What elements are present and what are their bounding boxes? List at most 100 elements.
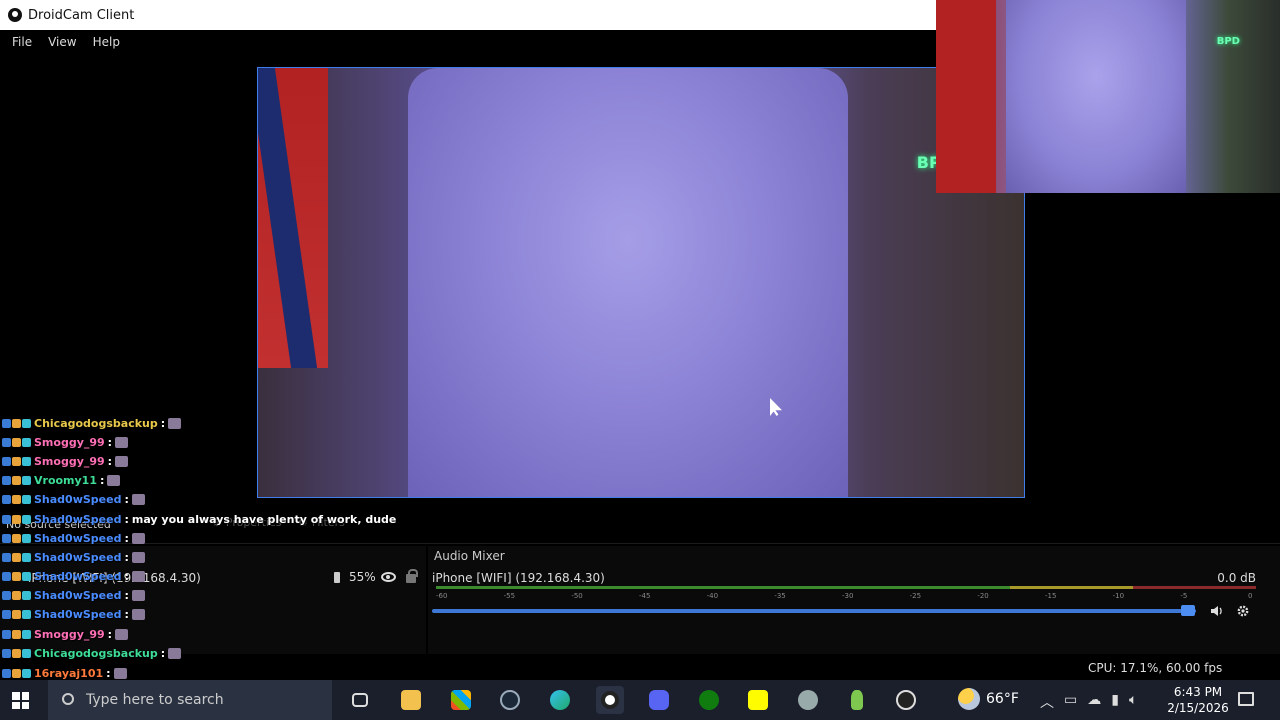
badge-icon <box>22 494 31 504</box>
menu-file[interactable]: File <box>4 35 40 49</box>
user-badges <box>2 668 31 678</box>
task-view-icon[interactable] <box>346 686 374 714</box>
edge-icon[interactable] <box>546 686 574 714</box>
chat-separator: : <box>160 646 166 660</box>
badge-icon <box>22 437 31 447</box>
system-tray: ︿ ▭ ☁ ▮ 🔈︎ <box>1040 692 1137 712</box>
badge-icon <box>2 552 11 562</box>
speaker-icon[interactable] <box>1210 604 1224 618</box>
chat-separator: : <box>124 550 129 564</box>
badge-icon <box>12 418 21 428</box>
chat-separator: : <box>124 607 129 621</box>
obs-icon[interactable] <box>892 686 920 714</box>
flag-decoration <box>258 68 328 368</box>
badge-icon <box>22 668 31 678</box>
snapchat-icon[interactable] <box>744 686 772 714</box>
taskbar-clock[interactable]: 6:43 PM 2/15/2026 <box>1163 684 1233 716</box>
chat-username: 16rayaj101 <box>34 666 104 680</box>
emote-icon <box>115 436 129 448</box>
chat-message: Shad0wSpeed: <box>2 606 145 622</box>
badge-icon <box>12 514 21 524</box>
screen: DroidCam Client File View Help BPD BPD N… <box>0 0 1280 720</box>
badge-icon <box>2 418 11 428</box>
menu-help[interactable]: Help <box>85 35 128 49</box>
windows-start-icon[interactable] <box>12 692 29 709</box>
volume-icon[interactable]: 🔈︎ <box>1129 692 1137 712</box>
audio-mixer: Audio Mixer iPhone [WIFI] (192.168.4.30)… <box>428 546 1280 654</box>
meter-tick-label: -15 <box>1045 592 1057 600</box>
chat-message: Smoggy_99: <box>2 434 129 450</box>
user-badges <box>2 475 31 485</box>
emote-icon <box>131 570 145 582</box>
chat-message: Shad0wSpeed: <box>2 587 145 603</box>
chat-separator: : <box>107 627 113 641</box>
taskbar-search[interactable]: Type here to search <box>48 680 332 720</box>
droidcam-app-icon <box>8 8 22 22</box>
chat-message: Chicagodogsbackup: <box>2 645 182 661</box>
chat-username: Vroomy11 <box>34 473 97 487</box>
chat-message: Shad0wSpeed: <box>2 491 145 507</box>
mixer-source-name: iPhone [WIFI] (192.168.4.30) <box>432 571 605 585</box>
volume-fader[interactable] <box>432 609 1196 613</box>
xbox-icon[interactable] <box>695 686 723 714</box>
badge-icon <box>22 552 31 562</box>
onedrive-icon[interactable]: ☁ <box>1087 692 1101 712</box>
meter-tick-label: -5 <box>1180 592 1188 600</box>
app-icon[interactable] <box>794 686 822 714</box>
meter-tick-label: -10 <box>1112 592 1125 600</box>
chevron-up-icon[interactable]: ︿ <box>1040 692 1054 712</box>
badge-icon <box>2 609 11 619</box>
user-badges <box>2 609 31 619</box>
battery-icon[interactable]: ▮ <box>1111 692 1119 712</box>
chat-separator: : <box>124 569 129 583</box>
badge-icon <box>2 648 11 658</box>
overlay-webcam: BPD <box>936 0 1280 193</box>
badge-icon <box>12 590 21 600</box>
chat-message: Chicagodogsbackup: <box>2 415 182 431</box>
chat-username: Smoggy_99 <box>34 435 105 449</box>
menu-view[interactable]: View <box>40 35 84 49</box>
meter-tick-label: -45 <box>639 592 651 600</box>
chat-username: Chicagodogsbackup <box>34 646 158 660</box>
badge-icon <box>2 475 11 485</box>
source-volume: 55% <box>349 570 376 584</box>
chat-separator: : <box>107 454 113 468</box>
chat-username: Shad0wSpeed <box>34 512 122 526</box>
steam-icon[interactable] <box>496 686 524 714</box>
droidcam-taskbar-icon[interactable] <box>596 686 624 714</box>
badge-icon <box>2 494 11 504</box>
file-explorer-icon[interactable] <box>397 686 425 714</box>
camera-preview[interactable]: BPD <box>257 67 1025 498</box>
app-icon[interactable] <box>843 686 871 714</box>
chat-separator: : <box>124 531 129 545</box>
notification-icon[interactable] <box>1238 692 1254 706</box>
microsoft-store-icon[interactable] <box>447 686 475 714</box>
badge-icon <box>2 533 11 543</box>
meet-now-icon[interactable]: ▭ <box>1064 692 1077 712</box>
chat-separator: : <box>100 473 105 487</box>
chat-username: Smoggy_99 <box>34 454 105 468</box>
meter-scale: -60 -55 -50 -45 -40 -35 -30 -25 -20 -15 -10 -5 0 <box>436 590 1256 604</box>
discord-icon[interactable] <box>645 686 673 714</box>
emote-icon <box>131 532 145 544</box>
chat-separator: : <box>124 588 129 602</box>
emote-icon <box>115 628 129 640</box>
clock-time: 6:43 PM <box>1173 685 1223 699</box>
chat-message: Shad0wSpeed: <box>2 568 145 584</box>
badge-icon <box>22 533 31 543</box>
gear-icon[interactable] <box>1236 604 1250 618</box>
volume-fader-handle[interactable] <box>1181 605 1196 616</box>
search-icon <box>62 693 74 705</box>
meter-tick-label: -60 <box>436 592 448 600</box>
user-badges <box>2 437 31 447</box>
chat-message: Smoggy_99: <box>2 453 129 469</box>
eye-icon[interactable] <box>381 572 396 582</box>
badge-icon <box>2 571 11 581</box>
meter-tick-label: -35 <box>774 592 786 600</box>
badge-icon <box>12 456 21 466</box>
emote-icon <box>113 667 127 679</box>
chat-username: Shad0wSpeed <box>34 607 122 621</box>
lock-icon[interactable] <box>406 569 418 583</box>
weather-widget[interactable]: 66°F <box>958 688 1019 710</box>
user-badges <box>2 494 31 504</box>
